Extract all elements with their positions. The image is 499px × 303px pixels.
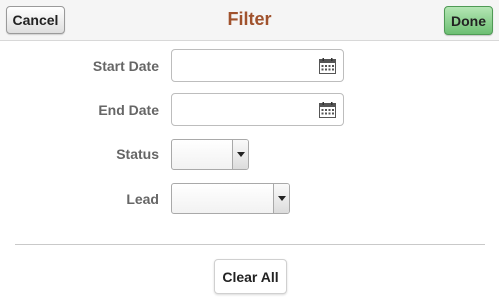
end-date-field[interactable] (171, 93, 344, 126)
end-date-input[interactable] (172, 94, 312, 125)
lead-select[interactable] (171, 183, 290, 214)
clear-all-button[interactable]: Clear All (214, 259, 287, 294)
calendar-icon[interactable] (319, 58, 336, 74)
lead-label: Lead (126, 191, 159, 207)
divider (15, 244, 485, 245)
chevron-down-icon (236, 152, 245, 157)
lead-dropdown-button[interactable] (273, 184, 289, 213)
done-button[interactable]: Done (444, 6, 493, 35)
end-date-label: End Date (98, 102, 159, 118)
start-date-label: Start Date (92, 58, 159, 74)
chevron-down-icon (277, 196, 286, 201)
page-title: Filter (227, 9, 272, 29)
filter-screen: Cancel Filter Done Start Date End Date S… (0, 0, 499, 303)
start-date-field[interactable] (171, 49, 344, 82)
status-dropdown-button[interactable] (232, 140, 248, 169)
start-date-input[interactable] (172, 50, 312, 81)
status-select[interactable] (171, 139, 249, 170)
calendar-icon[interactable] (319, 102, 336, 118)
status-label: Status (116, 146, 159, 162)
header-bar: Cancel Filter Done (0, 0, 499, 41)
